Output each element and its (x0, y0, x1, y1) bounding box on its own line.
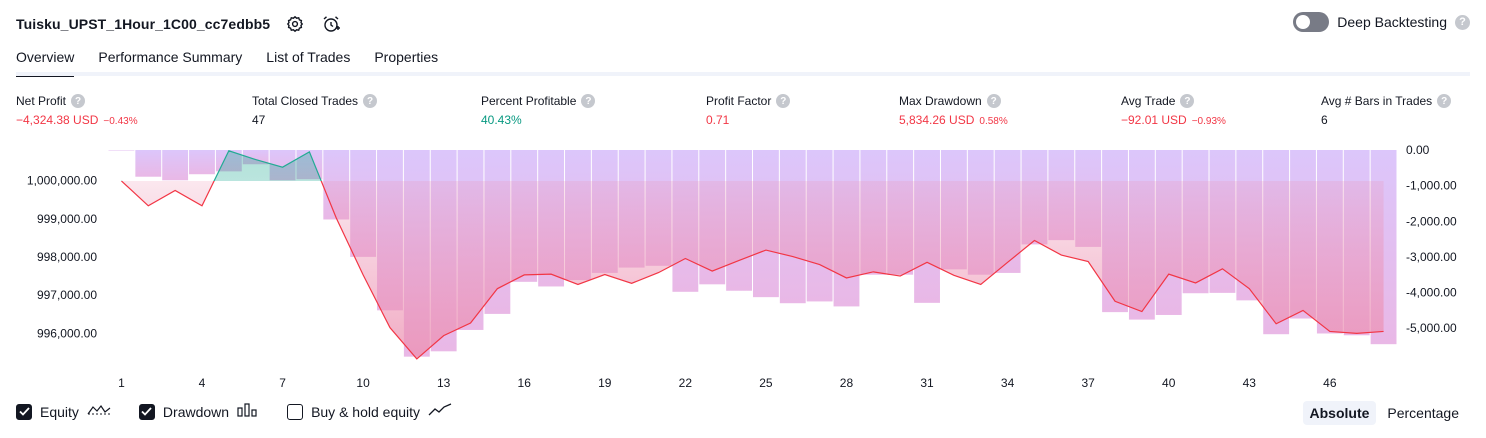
help-icon[interactable]: ? (776, 94, 791, 108)
right-axis-tick-label: -2,000.00 (1406, 214, 1457, 228)
x-axis-tick-label: 46 (1323, 376, 1337, 390)
metrics-row: Net Profit? −4,324.38 USD −0.43% Total Cl… (16, 94, 1470, 130)
x-axis-tick-label: 43 (1243, 376, 1257, 390)
left-axis-tick-label: 998,000.00 (37, 250, 97, 264)
right-axis-tick-label: 0.00 (1406, 143, 1430, 157)
help-icon[interactable]: ? (1455, 14, 1470, 30)
left-axis-tick-label: 1,000,000.00 (27, 174, 97, 188)
x-axis-tick-label: 1 (118, 376, 125, 390)
metric-label: Avg # Bars in Trades (1321, 94, 1433, 108)
metric-value: 40.43% (481, 113, 522, 127)
x-axis-tick-label: 40 (1162, 376, 1176, 390)
drawdown-bar (108, 150, 135, 151)
help-icon[interactable]: ? (581, 94, 596, 108)
metric-max-drawdown: Max Drawdown? 5,834.26 USD 0.58% (899, 94, 1008, 127)
drawdown-bar (162, 150, 189, 181)
right-axis-tick-label: -4,000.00 (1406, 286, 1457, 300)
drawdown-checkbox[interactable] (138, 403, 155, 420)
x-axis-tick-label: 37 (1081, 376, 1095, 390)
drawdown-bar (189, 150, 215, 175)
deep-backtesting: Deep Backtesting ? (1293, 12, 1470, 32)
x-axis-tick-label: 7 (279, 376, 286, 390)
x-axis-tick-label: 13 (437, 376, 451, 390)
x-axis-tick-label: 16 (518, 376, 532, 390)
left-axis-tick-label: 999,000.00 (37, 212, 97, 226)
metric-percent: 0.58% (979, 116, 1008, 127)
equity-drawdown-chart[interactable]: 1,000,000.00 999,000.00 998,000.00 997,000.… (0, 140, 1486, 402)
drawdown-bars-icon (237, 403, 259, 420)
metric-label: Avg Trade (1121, 94, 1176, 108)
legend-drawdown[interactable]: Drawdown (138, 403, 259, 420)
metric-value: 47 (252, 113, 266, 127)
scale-mode-switch: Absolute Percentage (1302, 401, 1467, 425)
metric-label: Profit Factor (706, 94, 772, 108)
buy-hold-line-icon (428, 403, 452, 420)
metric-value: −4,324.38 USD (16, 113, 99, 127)
equity-checkbox[interactable] (16, 403, 32, 420)
metric-profit-factor: Profit Factor? 0.71 (706, 94, 791, 127)
legend-equity[interactable]: Equity (16, 403, 111, 420)
x-axis-tick-label: 25 (759, 376, 773, 390)
help-icon[interactable]: ? (71, 94, 86, 108)
x-axis-tick-label: 22 (679, 376, 693, 390)
metric-value: 6 (1321, 113, 1328, 127)
legend-label: Buy & hold equity (311, 403, 421, 420)
mode-absolute[interactable]: Absolute (1302, 401, 1377, 425)
metric-label: Total Closed Trades (252, 94, 359, 108)
metric-percent: −0.43% (103, 116, 138, 127)
metric-value: −92.01 USD (1121, 113, 1187, 127)
left-axis-tick-label: 996,000.00 (37, 326, 97, 340)
left-axis: 1,000,000.00 999,000.00 998,000.00 997,000.… (27, 174, 97, 341)
right-axis-tick-label: -3,000.00 (1406, 250, 1457, 264)
help-icon[interactable]: ? (1180, 94, 1195, 108)
drawdown-bar (135, 150, 162, 177)
deep-backtesting-toggle[interactable] (1293, 12, 1330, 32)
right-axis: 0.00 -1,000.00 -2,000.00 -3,000.00 -4,000.00… (1406, 143, 1457, 335)
x-axis-tick-label: 31 (920, 376, 934, 390)
strategy-title: Tuisku_UPST_1Hour_1C00_cc7edbb5 (16, 16, 271, 32)
help-icon[interactable]: ? (1437, 94, 1452, 108)
legend-label: Drawdown (162, 403, 230, 420)
strategy-header: Tuisku_UPST_1Hour_1C00_cc7edbb5 (16, 10, 342, 38)
alarm-add-icon[interactable] (320, 13, 342, 35)
x-axis: 1 4 7 10 13 16 19 22 25 28 31 34 37 40 43 46 (118, 376, 1337, 390)
legend-label: Equity (40, 403, 79, 420)
metric-percent: −0.93% (1191, 116, 1226, 127)
right-axis-tick-label: -1,000.00 (1406, 179, 1457, 193)
chart-legend: Equity Drawdown Buy & hold equity (16, 403, 452, 420)
left-axis-tick-label: 997,000.00 (37, 288, 97, 302)
settings-icon[interactable] (284, 13, 306, 35)
metric-label: Net Profit (16, 94, 67, 108)
mode-percentage[interactable]: Percentage (1380, 401, 1466, 425)
right-axis-tick-label: -5,000.00 (1406, 321, 1457, 335)
x-axis-tick-label: 28 (840, 376, 854, 390)
metric-total-closed-trades: Total Closed Trades? 47 (252, 94, 378, 127)
metric-avg-bars-in-trades: Avg # Bars in Trades? 6 (1321, 94, 1452, 127)
x-axis-tick-label: 10 (356, 376, 370, 390)
x-axis-tick-label: 34 (1001, 376, 1015, 390)
x-axis-tick-label: 19 (598, 376, 612, 390)
deep-backtesting-label: Deep Backtesting (1337, 14, 1447, 30)
buy-hold-checkbox[interactable] (287, 403, 304, 420)
help-icon[interactable]: ? (363, 94, 378, 108)
metric-label: Percent Profitable (481, 94, 577, 108)
metric-percent-profitable: Percent Profitable? 40.43% (481, 94, 596, 127)
toggle-knob (1296, 15, 1311, 29)
metric-avg-trade: Avg Trade? −92.01 USD −0.93% (1121, 94, 1226, 127)
metric-value: 5,834.26 USD (899, 113, 975, 127)
tabs-divider (16, 72, 1470, 76)
x-axis-tick-label: 4 (199, 376, 206, 390)
metric-net-profit: Net Profit? −4,324.38 USD −0.43% (16, 94, 138, 127)
help-icon[interactable]: ? (986, 94, 1001, 108)
equity-line-icon (87, 403, 111, 420)
metric-label: Max Drawdown (899, 94, 982, 108)
metric-value: 0.71 (706, 113, 730, 127)
legend-buy-hold-equity[interactable]: Buy & hold equity (287, 403, 452, 420)
